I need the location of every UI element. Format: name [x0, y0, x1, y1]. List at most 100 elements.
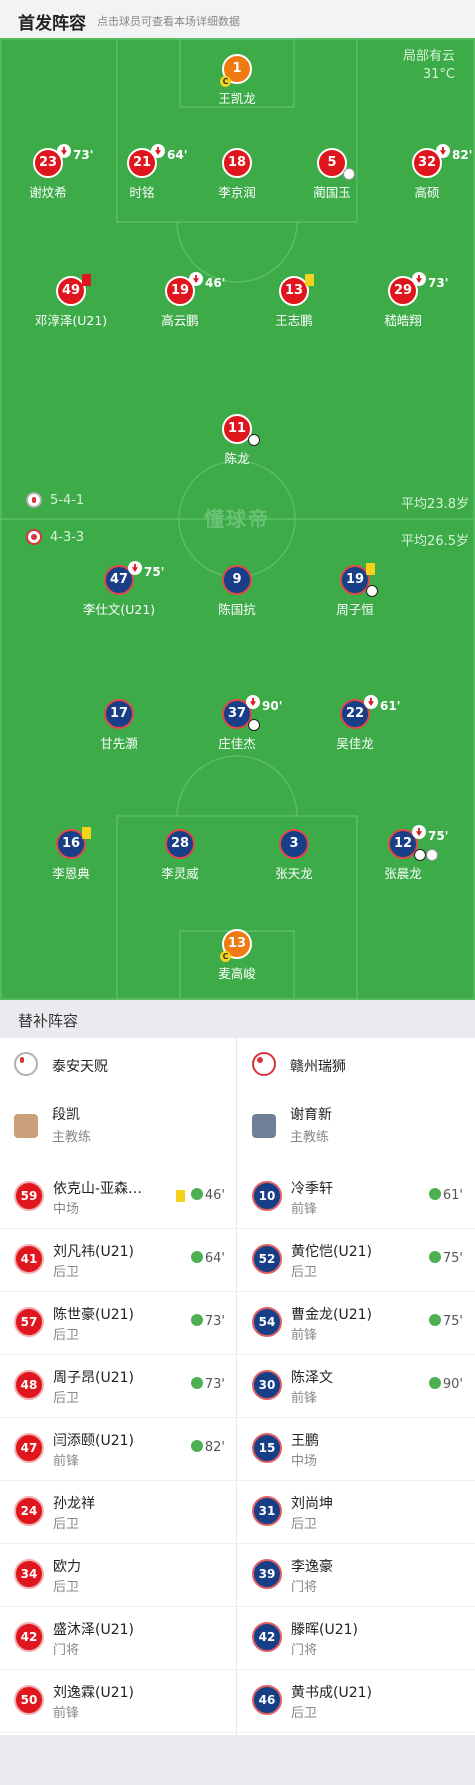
- substitute-row[interactable]: 46 黄书成(U21) 后卫: [238, 1670, 475, 1733]
- lineup-hint: 点击球员可查看本场详细数据: [97, 15, 240, 28]
- substituted-in-icon: [190, 1440, 203, 1452]
- player-away[interactable]: 19 周子恒: [310, 563, 400, 618]
- player-away[interactable]: 47 75' 李仕文(U21): [74, 561, 164, 618]
- player-number: 13 C: [220, 929, 252, 962]
- substitute-row[interactable]: 50 刘逸霖(U21) 前锋: [0, 1670, 237, 1733]
- substitute-row[interactable]: 39 李逸豪 门将: [238, 1544, 475, 1607]
- player-name: 欧力: [53, 1559, 81, 1575]
- player-away[interactable]: 37 90' 庄佳杰: [192, 695, 282, 752]
- player-home[interactable]: 19 46' 高云鹏: [135, 272, 225, 329]
- player-number: 19 46': [165, 272, 225, 306]
- substitute-row[interactable]: 10 冷季轩 前锋 61': [238, 1166, 475, 1229]
- player-position: 门将: [53, 1643, 80, 1658]
- substitute-row[interactable]: 47 闫添颐(U21) 前锋 82': [0, 1418, 237, 1481]
- player-name: 张天龙: [275, 866, 313, 881]
- player-position: 门将: [291, 1643, 318, 1658]
- player-name: 冷季轩: [291, 1181, 333, 1197]
- player-number: 21 64': [127, 144, 187, 178]
- substitution-minute: 64': [167, 148, 188, 162]
- player-name: 邓淳泽(U21): [34, 313, 108, 328]
- player-number: 11: [222, 414, 260, 446]
- player-number: 32 82': [412, 144, 472, 178]
- substitute-row[interactable]: 24 孙龙祥 后卫: [0, 1481, 237, 1544]
- player-name: 庄佳杰: [218, 736, 256, 751]
- player-number: 47 75': [104, 561, 164, 595]
- assist-icon: [426, 849, 438, 861]
- player-away[interactable]: 28 李灵威: [135, 829, 225, 882]
- substitute-row[interactable]: 42 盛沐泽(U21) 门将: [0, 1607, 237, 1670]
- weather-temperature: 31°C: [422, 67, 455, 82]
- substituted-in-minute: 61': [428, 1188, 463, 1203]
- player-number: 59: [14, 1181, 44, 1211]
- substitute-row[interactable]: 57 陈世豪(U21) 后卫 73': [0, 1292, 237, 1355]
- player-number: 52: [252, 1244, 282, 1274]
- player-away[interactable]: 17 甘先灏: [74, 699, 164, 752]
- player-name: 滕晖(U21): [291, 1622, 358, 1638]
- player-number: 50: [14, 1685, 44, 1715]
- player-number: 29 73': [388, 272, 448, 306]
- weather-condition: 局部有云: [402, 49, 455, 64]
- player-number: 42: [252, 1622, 282, 1652]
- home-formation: 5-4-1: [50, 493, 85, 508]
- player-home[interactable]: 1 C 王凯龙: [192, 54, 282, 107]
- substituted-off-icon: [57, 144, 71, 158]
- substitute-row[interactable]: 41 刘凡祎(U21) 后卫 64': [0, 1229, 237, 1292]
- player-name: 刘逸霖(U21): [53, 1685, 134, 1701]
- goal-icon: [248, 434, 260, 446]
- player-name: 依克山-亚森…: [53, 1181, 143, 1197]
- away-formation: 4-3-3: [50, 530, 85, 545]
- player-position: 前锋: [291, 1391, 318, 1406]
- player-home[interactable]: 23 73' 谢炆希: [3, 144, 93, 201]
- yellow-card-icon: [366, 563, 375, 575]
- substitution-minute: 73': [73, 148, 94, 162]
- substitution-minute: 75': [144, 565, 165, 579]
- player-name: 谢炆希: [29, 185, 67, 200]
- player-home[interactable]: 5 蔺国玉: [287, 148, 377, 201]
- player-away[interactable]: 9 陈国抗: [192, 565, 282, 618]
- substitution-minute: 75': [428, 829, 449, 843]
- player-position: 前锋: [53, 1706, 80, 1721]
- player-home[interactable]: 29 73' 嵇皓翔: [358, 272, 448, 329]
- substituted-off-icon: [412, 825, 426, 839]
- player-away[interactable]: 16 李恩典: [26, 827, 116, 882]
- goal-icon: [366, 585, 378, 597]
- player-away[interactable]: 22 61' 吴佳龙: [310, 695, 400, 752]
- player-position: 前锋: [53, 1454, 80, 1469]
- substitute-row[interactable]: 31 刘尚坤 后卫: [238, 1481, 475, 1544]
- substituted-off-icon: [436, 144, 450, 158]
- player-position: 后卫: [53, 1391, 80, 1406]
- substituted-in-minute: 46': [190, 1188, 225, 1203]
- substitute-row[interactable]: 52 黄佗恺(U21) 后卫 75': [238, 1229, 475, 1292]
- substitute-row[interactable]: 54 曹金龙(U21) 前锋 75': [238, 1292, 475, 1355]
- player-name: 李灵威: [161, 866, 199, 881]
- yellow-card-icon: [82, 827, 91, 839]
- substitute-row[interactable]: 34 欧力 后卫: [0, 1544, 237, 1607]
- substituted-in-icon: [428, 1314, 441, 1326]
- player-name: 周子昂(U21): [53, 1370, 134, 1386]
- player-home[interactable]: 32 82' 高硕: [382, 144, 472, 201]
- player-home[interactable]: 18 李京润: [192, 148, 282, 201]
- home-average-age: 平均23.8岁: [401, 497, 469, 512]
- substitute-row[interactable]: 30 陈泽文 前锋 90': [238, 1355, 475, 1418]
- player-number: 15: [252, 1433, 282, 1463]
- player-number: 42: [14, 1622, 44, 1652]
- player-home[interactable]: 13 王志鹏: [249, 274, 339, 329]
- player-position: 后卫: [53, 1580, 80, 1595]
- player-home[interactable]: 49 邓淳泽(U21): [26, 274, 116, 329]
- red-card-icon: [82, 274, 91, 286]
- player-number: 19: [340, 563, 378, 597]
- away-team-logo: [252, 1052, 276, 1076]
- player-away[interactable]: 12 75' 张晨龙: [358, 825, 448, 882]
- player-home[interactable]: 11 陈龙: [192, 414, 282, 467]
- substitute-row[interactable]: 48 周子昂(U21) 后卫 73': [0, 1355, 237, 1418]
- substitute-row[interactable]: 59 依克山-亚森… 中场 46': [0, 1166, 237, 1229]
- player-away[interactable]: 3 张天龙: [249, 829, 339, 882]
- substitute-row[interactable]: 42 滕晖(U21) 门将: [238, 1607, 475, 1670]
- substitute-row[interactable]: 15 王鹏 中场: [238, 1418, 475, 1481]
- player-name: 李京润: [218, 185, 256, 200]
- player-name: 陈龙: [224, 451, 250, 466]
- player-away[interactable]: 13 C 麦高峻: [192, 929, 282, 982]
- player-name: 黄佗恺(U21): [291, 1244, 372, 1260]
- player-home[interactable]: 21 64' 时铭: [97, 144, 187, 201]
- away-average-age: 平均26.5岁: [401, 534, 469, 549]
